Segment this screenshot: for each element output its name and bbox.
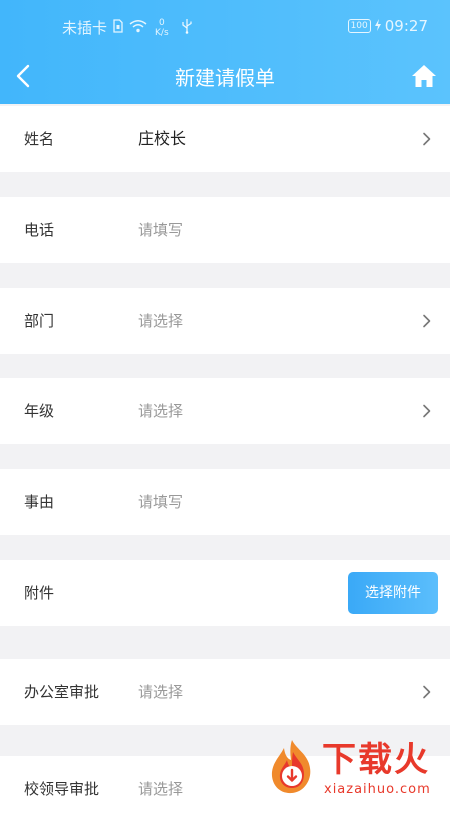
status-bar: 未插卡 0 K/s 100 09:27 (0, 0, 450, 52)
principal-approval-label: 校领导审批 (24, 780, 100, 798)
form-row-reason[interactable]: 事由 请填写 (0, 469, 450, 535)
flame-logo-icon (271, 740, 311, 794)
chevron-right-icon (423, 404, 431, 418)
form-row-attachment: 附件 选择附件 (0, 560, 450, 626)
battery-level: 100 (350, 21, 368, 31)
chevron-right-icon (423, 132, 431, 146)
home-button[interactable] (411, 63, 437, 89)
grade-select[interactable]: 请选择 (138, 378, 183, 444)
status-left: 未插卡 0 K/s (62, 17, 193, 38)
phone-input[interactable]: 请填写 (138, 197, 183, 263)
charging-icon (374, 17, 381, 35)
form-row-phone[interactable]: 电话 请填写 (0, 197, 450, 263)
usb-icon (181, 18, 193, 38)
home-icon (412, 65, 436, 87)
chevron-right-icon (423, 685, 431, 699)
office-approval-select[interactable]: 请选择 (138, 659, 183, 725)
status-time: 09:27 (384, 17, 428, 35)
form-row-name[interactable]: 姓名 庄校长 (0, 106, 450, 172)
battery-icon: 100 (347, 19, 371, 33)
department-select[interactable]: 请选择 (138, 288, 183, 354)
app-header: 未插卡 0 K/s 100 09:27 新建请假单 (0, 0, 450, 104)
principal-approval-select[interactable]: 请选择 (138, 756, 183, 822)
phone-label: 电话 (24, 221, 55, 239)
network-speed-unit: K/s (155, 27, 169, 38)
office-approval-label: 办公室审批 (24, 683, 100, 701)
form-row-office-approval[interactable]: 办公室审批 请选择 (0, 659, 450, 725)
form-row-department[interactable]: 部门 请选择 (0, 288, 450, 354)
network-speed: 0 K/s (155, 18, 169, 38)
form-row-grade[interactable]: 年级 请选择 (0, 378, 450, 444)
network-speed-value: 0 (158, 17, 165, 28)
page-title: 新建请假单 (175, 66, 275, 90)
attachment-label: 附件 (24, 584, 55, 602)
name-value: 庄校长 (138, 129, 187, 148)
chevron-right-icon (423, 314, 431, 328)
select-attachment-button[interactable]: 选择附件 (348, 572, 438, 614)
wifi-icon (129, 19, 147, 37)
back-button[interactable] (10, 58, 40, 94)
reason-input[interactable]: 请填写 (138, 469, 183, 535)
department-label: 部门 (24, 312, 55, 330)
watermark-subtitle: xiazaihuo.com (324, 782, 431, 797)
carrier-label: 未插卡 (62, 19, 108, 37)
sim-icon (113, 18, 123, 37)
reason-label: 事由 (24, 493, 55, 511)
grade-label: 年级 (24, 402, 55, 420)
watermark: 下载火 xiazaihuo.com (264, 738, 450, 800)
status-right: 100 09:27 (347, 17, 428, 35)
watermark-title: 下载火 (322, 740, 430, 780)
name-label: 姓名 (24, 130, 55, 148)
chevron-left-icon (16, 64, 30, 88)
